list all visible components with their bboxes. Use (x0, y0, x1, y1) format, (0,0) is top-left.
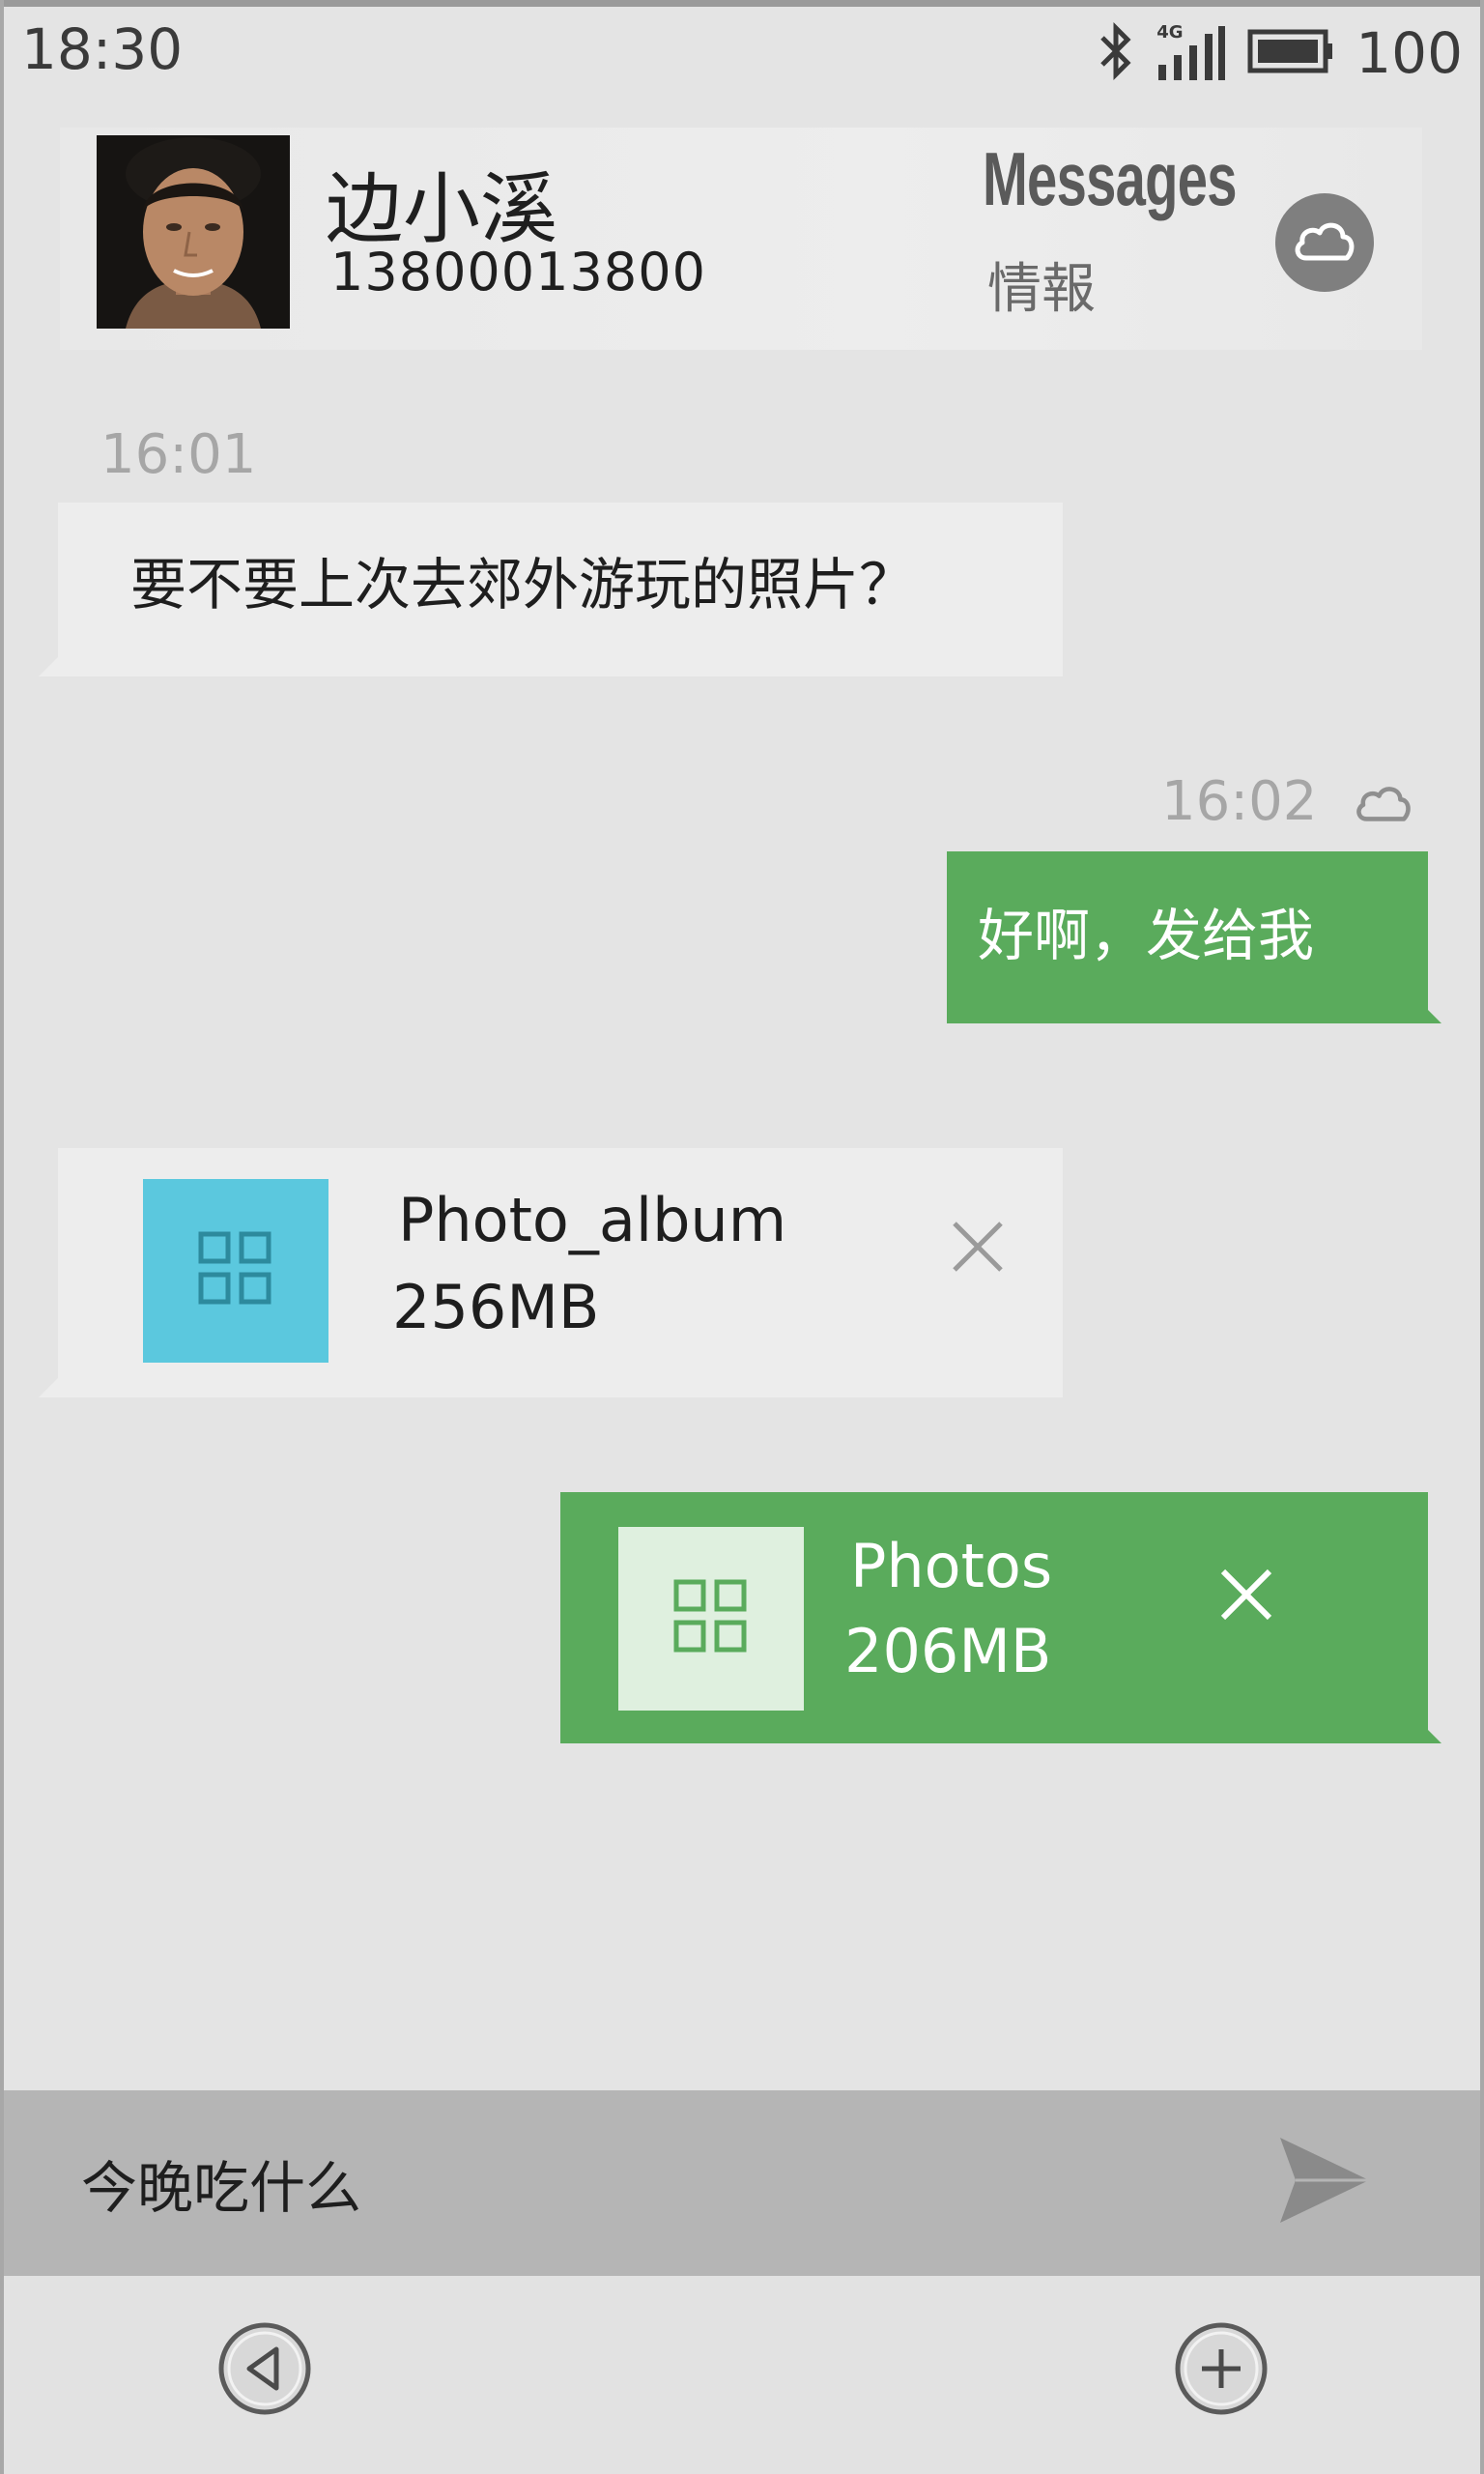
cancel-upload-button[interactable] (1217, 1568, 1275, 1625)
outgoing-message-bubble[interactable]: 好啊，发给我 (947, 851, 1441, 1023)
bottom-navigation (4, 2276, 1480, 2474)
screen-right-edge (1480, 0, 1484, 2474)
battery-level: 100 (1356, 20, 1463, 86)
app-subtitle: 情報 (987, 258, 1096, 321)
message-text: 好啊，发给我 (978, 903, 1315, 968)
outgoing-file-bubble[interactable]: Photos 206MB (560, 1492, 1441, 1743)
back-icon (216, 2320, 313, 2421)
app-title: Messages (983, 136, 1237, 221)
battery-icon (1247, 27, 1334, 79)
cloud-icon (1291, 217, 1358, 268)
bluetooth-icon (1097, 20, 1135, 86)
file-name: Photos (850, 1531, 1053, 1601)
signal-icon: 4G (1156, 22, 1226, 84)
avatar[interactable] (97, 135, 290, 329)
grid-icon (197, 1230, 274, 1311)
file-name: Photo_album (398, 1185, 787, 1255)
add-icon (1173, 2320, 1270, 2421)
cancel-download-button[interactable] (949, 1220, 1007, 1278)
message-input[interactable] (81, 2137, 1144, 2229)
cloud-icon (1353, 781, 1414, 829)
status-icons: 4G 100 (1097, 14, 1463, 92)
add-button[interactable] (1173, 2322, 1270, 2419)
close-icon (1219, 1568, 1273, 1625)
status-time: 18:30 (21, 16, 184, 82)
conversation-header: 边小溪 13800013800 Messages 情報 (60, 128, 1422, 350)
grid-icon (672, 1578, 750, 1659)
file-size: 206MB (844, 1616, 1052, 1686)
status-bar: 18:30 4G 100 (0, 7, 1484, 94)
screen-top-edge (0, 0, 1484, 7)
send-icon (1276, 2134, 1373, 2230)
cloud-sync-button[interactable] (1275, 193, 1374, 292)
send-button[interactable] (1271, 2129, 1378, 2235)
message-text: 要不要上次去郊外游玩的照片？ (130, 552, 916, 618)
incoming-file-bubble[interactable]: Photo_album 256MB (39, 1148, 1063, 1397)
message-timestamp: 16:02 (1161, 770, 1318, 833)
incoming-message-bubble[interactable]: 要不要上次去郊外游玩的照片？ (39, 503, 1063, 676)
file-thumbnail[interactable] (143, 1179, 328, 1363)
file-thumbnail[interactable] (618, 1527, 804, 1711)
file-size: 256MB (392, 1272, 600, 1342)
back-button[interactable] (216, 2322, 313, 2419)
contact-number: 13800013800 (330, 242, 706, 302)
compose-bar (4, 2090, 1480, 2276)
message-timestamp: 16:01 (100, 423, 257, 486)
close-icon (951, 1220, 1005, 1278)
